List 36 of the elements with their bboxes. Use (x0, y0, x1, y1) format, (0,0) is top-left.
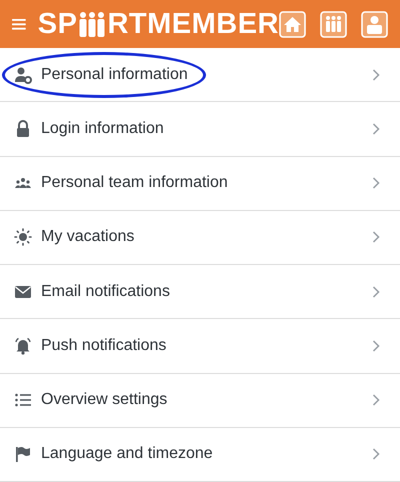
chevron-right-icon (372, 68, 380, 81)
menu-item-label: Language and timezone (41, 444, 213, 464)
home-icon[interactable] (279, 10, 306, 38)
chevron-right-icon (372, 286, 380, 298)
settings-menu-item[interactable]: Personal information (0, 48, 400, 102)
settings-menu-item[interactable]: Language and timezone (0, 428, 400, 482)
people-icon (77, 11, 108, 37)
lock-icon (14, 120, 32, 138)
team-icon[interactable] (320, 10, 347, 38)
settings-menu-item[interactable]: Login information (0, 102, 400, 156)
profile-icon[interactable] (361, 10, 388, 38)
menu-item-label: Personal information (41, 64, 188, 85)
chevron-right-icon (372, 122, 380, 135)
menu-item-label: Email notifications (41, 282, 170, 302)
flag-icon (14, 445, 32, 464)
menu-item-label: My vacations (41, 227, 134, 248)
menu-item-label: Personal team information (41, 173, 228, 194)
bell-icon (14, 336, 32, 355)
chevron-right-icon (372, 394, 380, 406)
logo-text: SP (38, 10, 78, 38)
menu-item-label: Overview settings (41, 390, 168, 410)
settings-menu-item[interactable]: Email notifications (0, 265, 400, 320)
logo-text: RTMEMBER (107, 10, 279, 38)
menu-item-label: Push notifications (41, 336, 166, 356)
settings-menu-item[interactable]: Personal team information (0, 156, 400, 211)
chevron-right-icon (372, 177, 380, 190)
chevron-right-icon (372, 340, 380, 352)
sun-icon (14, 228, 32, 246)
settings-menu-item[interactable]: Push notifications (0, 319, 400, 374)
chevron-right-icon (372, 231, 380, 244)
menu-item-label: Login information (41, 118, 164, 139)
user-gear-icon (14, 66, 32, 84)
chevron-right-icon (372, 448, 380, 460)
list-icon (14, 391, 32, 410)
settings-menu-item[interactable]: My vacations (0, 210, 400, 265)
settings-menu-item[interactable]: Overview settings (0, 374, 400, 428)
